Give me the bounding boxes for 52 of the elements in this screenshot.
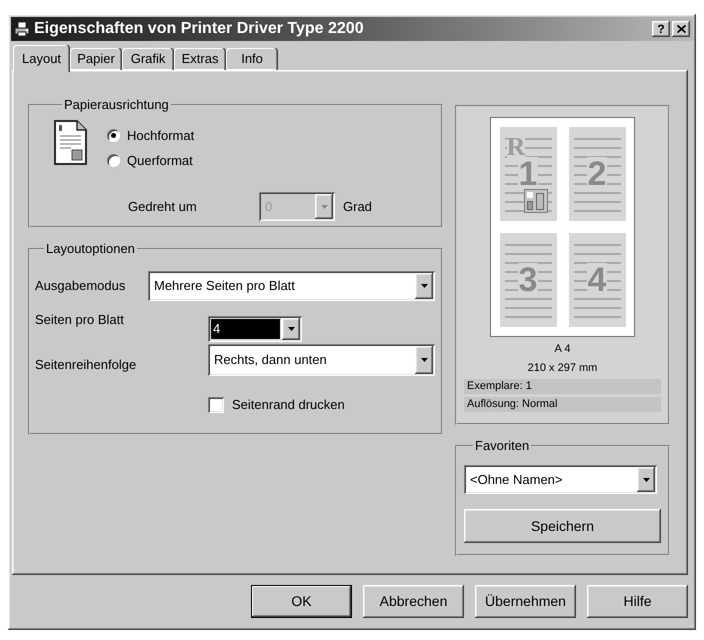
- caret-down-icon: [642, 478, 650, 482]
- radio-label[interactable]: Hochformat: [127, 126, 194, 146]
- checkbox-label[interactable]: Seitenrand drucken: [232, 395, 345, 414]
- dialog-button[interactable]: Abbrechen: [363, 585, 464, 618]
- group-title: Favoriten: [474, 438, 530, 454]
- unit-label: Grad: [343, 198, 372, 216]
- dropdown-value: <Ohne Namen>: [469, 470, 563, 489]
- dropdown[interactable]: Mehrere Seiten pro Blatt: [148, 271, 435, 301]
- dialog-button[interactable]: Hilfe: [587, 585, 688, 618]
- tab[interactable]: Layout: [13, 45, 70, 72]
- info-row: Exemplare: 1: [464, 379, 661, 394]
- dropdown[interactable]: <Ohne Namen>: [464, 465, 657, 494]
- printer-icon: [14, 21, 30, 37]
- dropdown-value: Mehrere Seiten pro Blatt: [153, 277, 295, 296]
- window-title: Eigenschaften von Printer Driver Type 2200: [34, 21, 364, 37]
- dropdown-button[interactable]: [415, 346, 433, 374]
- tab[interactable]: Papier: [70, 48, 122, 70]
- paper-format: A 4: [554, 342, 570, 356]
- dropdown[interactable]: 4: [208, 316, 302, 342]
- paper-size: 210 x 297 mm: [528, 361, 598, 375]
- group-title: Layoutoptionen: [45, 241, 136, 257]
- caret-down-icon: [320, 204, 328, 208]
- checkbox[interactable]: [208, 396, 224, 413]
- tab[interactable]: Grafik: [122, 48, 174, 70]
- field-label: Seitenreihenfolge: [35, 356, 138, 374]
- dropdown[interactable]: Rechts, dann unten: [208, 344, 435, 376]
- dropdown-button[interactable]: [415, 273, 433, 299]
- bar-chart-icon: [524, 189, 548, 213]
- dialog-button[interactable]: OK: [251, 585, 352, 618]
- caret-down-icon: [420, 284, 428, 288]
- help-button[interactable]: ?: [652, 21, 670, 37]
- info-row: Auflösung: Normal: [464, 397, 661, 412]
- dropdown-button[interactable]: [282, 318, 300, 340]
- document-icon: [53, 120, 88, 165]
- field-label: Gedreht um: [128, 198, 198, 216]
- field-label: Ausgabemodus: [35, 277, 126, 296]
- radio-label[interactable]: Querformat: [127, 150, 193, 170]
- save-button[interactable]: Speichern: [464, 509, 661, 543]
- dropdown-button[interactable]: [637, 467, 655, 492]
- dropdown-value: 4: [211, 319, 280, 339]
- dropdown-value: Rechts, dann unten: [213, 351, 327, 370]
- dialog-button[interactable]: Übernehmen: [475, 585, 576, 618]
- field-label: Seiten pro Blatt: [35, 311, 125, 329]
- caret-down-icon: [288, 327, 294, 331]
- tab[interactable]: Info: [226, 48, 278, 70]
- radio-button[interactable]: [107, 154, 120, 167]
- tab[interactable]: Extras: [174, 48, 226, 70]
- caret-down-icon: [420, 358, 428, 362]
- close-button[interactable]: [672, 21, 690, 37]
- group-title: Papierausrichtung: [63, 97, 170, 113]
- radio-button[interactable]: [107, 129, 120, 142]
- close-icon: [676, 25, 686, 33]
